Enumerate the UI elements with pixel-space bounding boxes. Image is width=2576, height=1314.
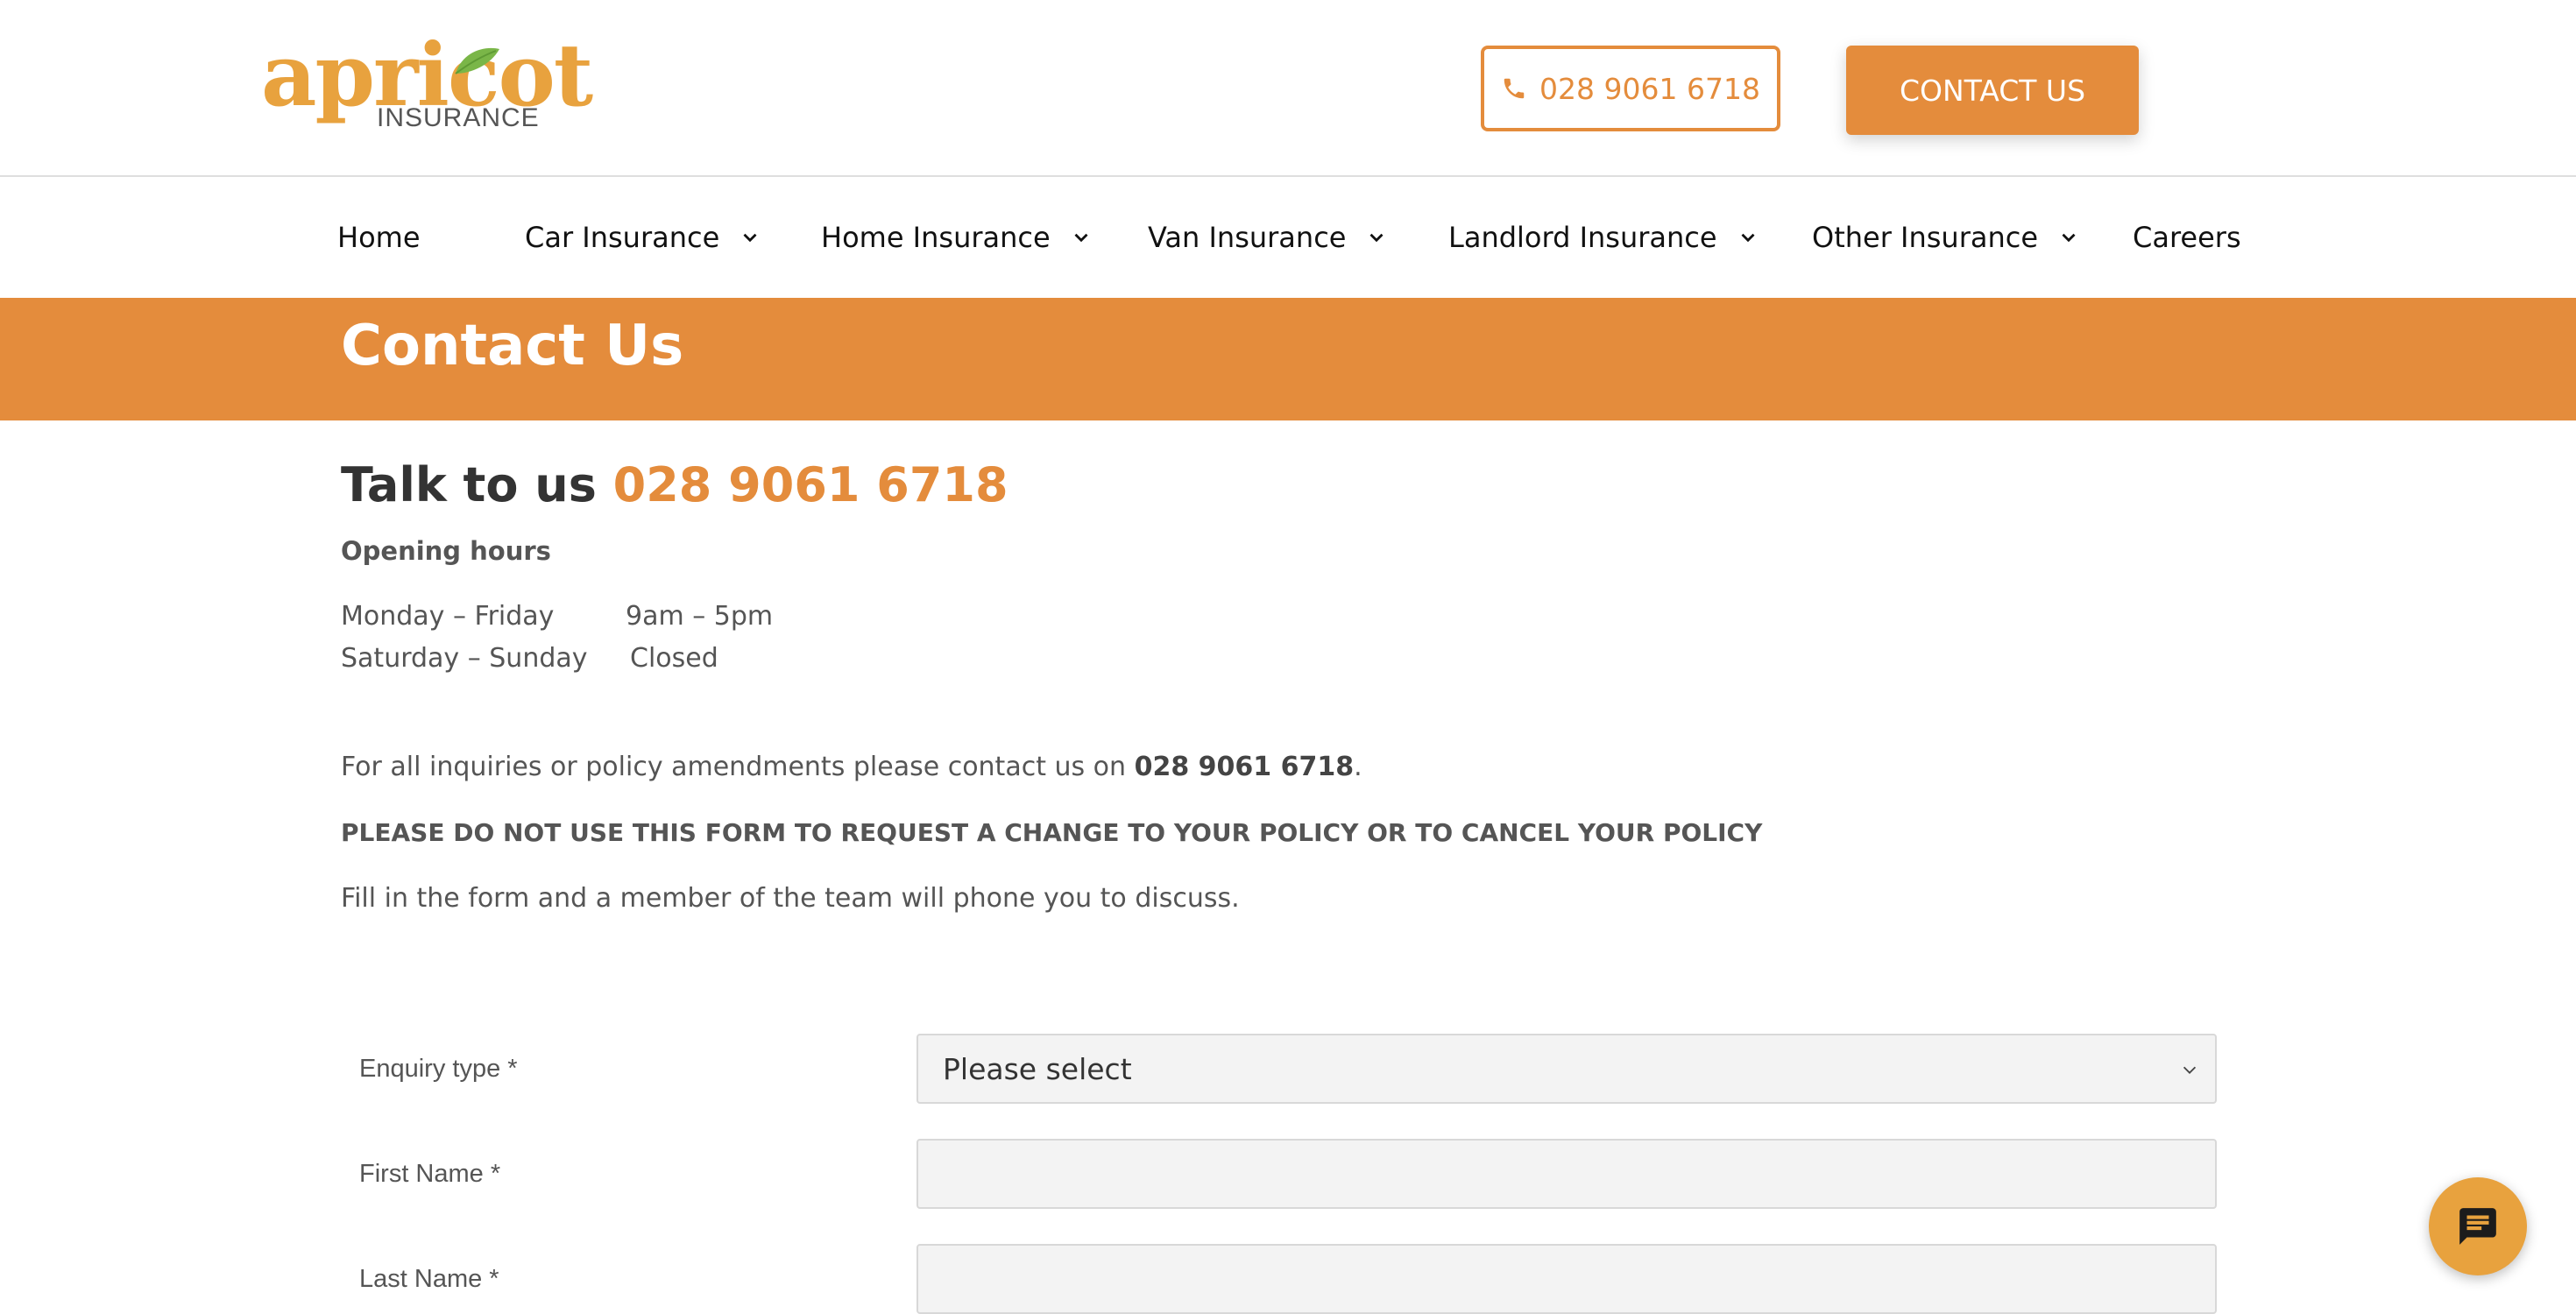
inquiries-end: . bbox=[1354, 752, 1362, 782]
nav-item-label: Home Insurance bbox=[821, 221, 1051, 254]
nav-item-label: Careers bbox=[2133, 221, 2241, 254]
enquiry-type-select[interactable]: Please select bbox=[916, 1034, 2217, 1104]
label-text: Last Name bbox=[359, 1265, 483, 1293]
page-banner: Contact Us bbox=[0, 298, 2576, 420]
site-header: apricot INSURANCE 028 9061 6718 CONTACT … bbox=[0, 0, 2576, 177]
nav-item-careers[interactable]: Careers bbox=[2133, 215, 2241, 259]
leaf-icon bbox=[455, 47, 499, 74]
first-name-field[interactable] bbox=[916, 1139, 2217, 1209]
opening-hours-heading: Opening hours bbox=[341, 536, 551, 566]
policy-warning: PLEASE DO NOT USE THIS FORM TO REQUEST A… bbox=[341, 818, 1763, 847]
nav-item-label: Van Insurance bbox=[1148, 221, 1347, 254]
nav-item-car-insurance[interactable]: Car Insurance bbox=[525, 215, 761, 259]
chevron-down-icon bbox=[1369, 233, 1384, 243]
nav-item-label: Car Insurance bbox=[525, 221, 720, 254]
label-text: First Name bbox=[359, 1160, 484, 1188]
main-navigation: Home Car Insurance Home Insurance Van In… bbox=[0, 177, 2576, 298]
required-mark: * bbox=[490, 1160, 501, 1188]
talk-prefix: Talk to us bbox=[341, 457, 597, 512]
enquiry-type-label: Enquiry type * bbox=[359, 1055, 518, 1084]
form-instruction: Fill in the form and a member of the tea… bbox=[341, 883, 1240, 914]
apricot-logo[interactable]: apricot INSURANCE bbox=[261, 33, 593, 138]
chevron-down-icon bbox=[1741, 233, 1755, 243]
nav-item-landlord-insurance[interactable]: Landlord Insurance bbox=[1448, 215, 1759, 259]
chat-icon bbox=[2459, 1208, 2496, 1245]
nav-item-label: Other Insurance bbox=[1812, 221, 2039, 254]
nav-item-label: Landlord Insurance bbox=[1448, 221, 1717, 254]
hours-days: Monday – Friday bbox=[341, 601, 555, 632]
page-title: Contact Us bbox=[341, 314, 684, 378]
last-name-label: Last Name * bbox=[359, 1265, 499, 1294]
enquiry-type-value: Please select bbox=[943, 1051, 1132, 1086]
nav-item-home[interactable]: Home bbox=[337, 215, 421, 259]
inquiries-sentence: For all inquiries or policy amendments p… bbox=[341, 752, 1135, 782]
inquiries-phone: 028 9061 6718 bbox=[1134, 752, 1355, 782]
last-name-field[interactable] bbox=[916, 1244, 2217, 1314]
required-mark: * bbox=[489, 1265, 499, 1293]
logo-subtitle: INSURANCE bbox=[377, 103, 540, 132]
chevron-down-icon bbox=[1074, 233, 1088, 243]
contact-us-button[interactable]: CONTACT US bbox=[1846, 46, 2139, 135]
chevron-down-icon bbox=[743, 233, 757, 243]
header-phone-button[interactable]: 028 9061 6718 bbox=[1481, 46, 1780, 131]
chevron-down-icon bbox=[2183, 1066, 2197, 1074]
label-text: Enquiry type bbox=[359, 1055, 501, 1083]
talk-phone-link[interactable]: 028 9061 6718 bbox=[613, 457, 1008, 512]
nav-item-label: Home bbox=[337, 221, 421, 254]
header-phone-number: 028 9061 6718 bbox=[1539, 71, 1760, 106]
nav-item-home-insurance[interactable]: Home Insurance bbox=[821, 215, 1093, 259]
hours-row: Monday – Friday 9am – 5pm bbox=[341, 601, 773, 632]
chevron-down-icon bbox=[2062, 233, 2076, 243]
first-name-label: First Name * bbox=[359, 1160, 500, 1189]
nav-item-van-insurance[interactable]: Van Insurance bbox=[1148, 215, 1388, 259]
nav-item-other-insurance[interactable]: Other Insurance bbox=[1812, 215, 2080, 259]
talk-to-us-heading: Talk to us 028 9061 6718 bbox=[341, 457, 1008, 512]
hours-days: Saturday – Sunday bbox=[341, 643, 588, 674]
chat-widget-button[interactable] bbox=[2429, 1177, 2527, 1275]
hours-row: Saturday – Sunday Closed bbox=[341, 643, 718, 674]
phone-icon bbox=[1504, 78, 1525, 99]
required-mark: * bbox=[507, 1055, 518, 1083]
hours-time: Closed bbox=[630, 643, 718, 674]
inquiries-text: For all inquiries or policy amendments p… bbox=[341, 752, 1362, 782]
hours-time: 9am – 5pm bbox=[626, 601, 774, 632]
